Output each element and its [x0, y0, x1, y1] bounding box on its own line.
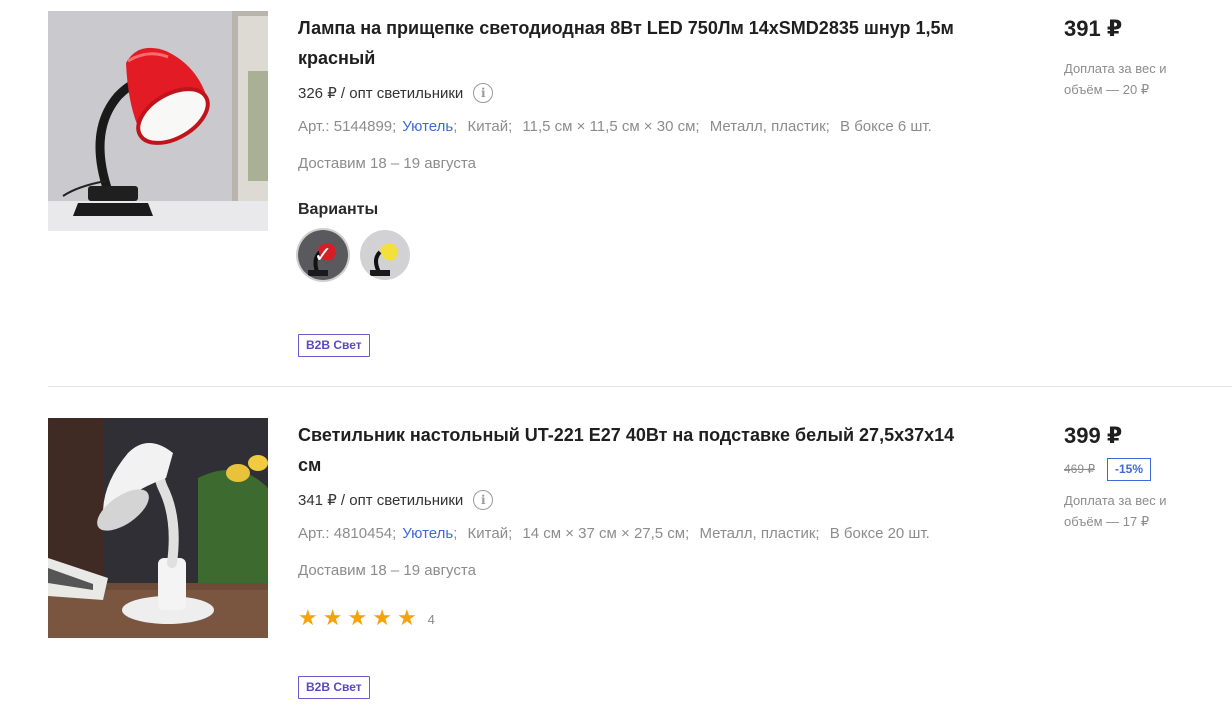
seller-badge[interactable]: B2B Свет	[298, 676, 370, 699]
divider	[48, 386, 1232, 387]
material: Металл, пластик;	[699, 525, 820, 542]
surcharge-note: Доплата за вес и объём — 20 ₽	[1064, 61, 1167, 97]
variants-list: ✓	[298, 230, 998, 280]
variant-yellow[interactable]	[360, 230, 410, 280]
product-specs: Арт.: 5144899; Уютель; Китай; 11,5 см × 1…	[298, 118, 932, 135]
price: 391 ₽	[1064, 16, 1123, 41]
price-block: 391 ₽ Доплата за вес и объём — 20 ₽	[1064, 16, 1224, 100]
product-title[interactable]: Светильник настольный UT-221 E27 40Вт на…	[298, 420, 958, 480]
price: 399 ₽	[1064, 423, 1123, 448]
box-quantity: В боксе 20 шт.	[829, 525, 930, 542]
star-icon: ★	[372, 606, 392, 631]
price-block: 399 ₽ 469 ₽ -15% Доплата за вес и объём …	[1064, 423, 1224, 532]
article-number: Арт.: 5144899;	[298, 118, 397, 135]
opt-price-text: 326 ₽ / опт светильники	[298, 85, 464, 102]
old-price: 469 ₽	[1064, 462, 1095, 476]
opt-price: 341 ₽ / опт светильники i	[298, 489, 998, 511]
brand-link[interactable]: Уютель	[402, 525, 453, 542]
variants-label: Варианты	[298, 201, 379, 218]
product-card: Лампа на прищепке светодиодная 8Вт LED 7…	[0, 0, 1232, 387]
dimensions: 11,5 см × 11,5 см × 30 см;	[522, 118, 700, 135]
star-icon: ★	[396, 606, 417, 631]
dimensions: 14 см × 37 см × 27,5 см;	[522, 525, 690, 542]
star-icon: ★	[298, 606, 318, 631]
product-info: Светильник настольный UT-221 E27 40Вт на…	[298, 420, 998, 630]
variant-red[interactable]: ✓	[298, 230, 348, 280]
delivery-date: Доставим 18 – 19 августа	[298, 562, 476, 579]
product-card: Светильник настольный UT-221 E27 40Вт на…	[0, 388, 1232, 711]
rating[interactable]: ★ ★ ★ ★ ★ 4	[298, 608, 998, 630]
opt-price: 326 ₽ / опт светильники i	[298, 82, 998, 104]
brand-link[interactable]: Уютель	[402, 118, 453, 135]
product-info: Лампа на прищепке светодиодная 8Вт LED 7…	[298, 13, 998, 280]
star-icon: ★	[322, 606, 343, 631]
discount-badge: -15%	[1107, 457, 1152, 481]
info-icon[interactable]: i	[473, 83, 494, 103]
old-price-row: 469 ₽ -15%	[1064, 457, 1224, 481]
box-quantity: В боксе 6 шт.	[840, 118, 932, 135]
country: Китай;	[467, 118, 513, 135]
delivery-date: Доставим 18 – 19 августа	[298, 155, 476, 172]
seller-badge[interactable]: B2B Свет	[298, 334, 370, 357]
star-icon: ★	[347, 606, 368, 631]
opt-price-text: 341 ₽ / опт светильники	[298, 492, 464, 509]
surcharge-note: Доплата за вес и объём — 17 ₽	[1064, 493, 1167, 529]
article-number: Арт.: 4810454;	[298, 525, 397, 542]
product-title[interactable]: Лампа на прищепке светодиодная 8Вт LED 7…	[298, 13, 958, 73]
reviews-count[interactable]: 4	[428, 612, 435, 627]
product-image[interactable]	[48, 418, 268, 638]
country: Китай;	[467, 525, 513, 542]
info-icon[interactable]: i	[473, 490, 494, 510]
product-specs: Арт.: 4810454; Уютель; Китай; 14 см × 37 …	[298, 525, 930, 542]
material: Металл, пластик;	[709, 118, 830, 135]
check-icon: ✓	[313, 242, 333, 268]
product-image[interactable]	[48, 11, 268, 231]
